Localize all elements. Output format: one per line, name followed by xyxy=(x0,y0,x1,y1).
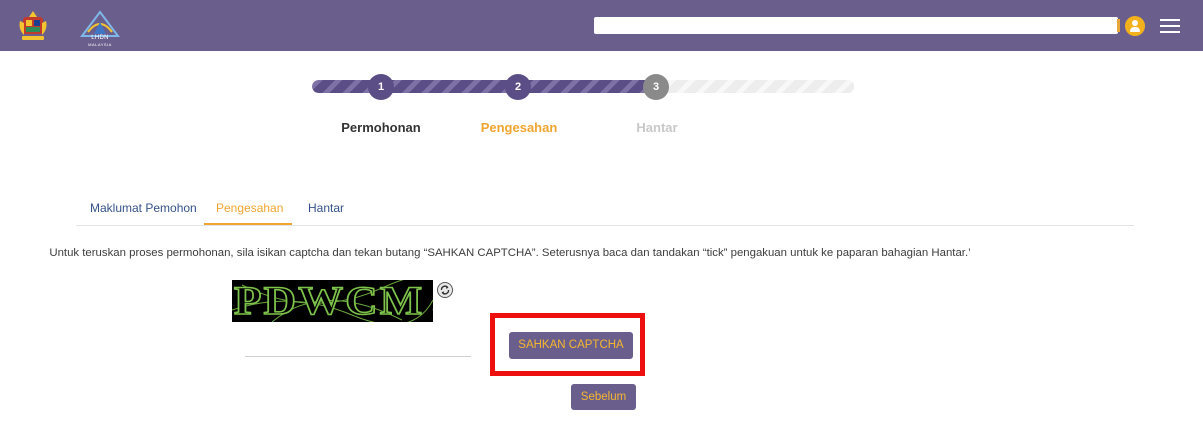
tab-maklumat-pemohon[interactable]: Maklumat Pemohon xyxy=(90,201,197,215)
captcha-instruction-text: Untuk teruskan proses permohonan, sila i… xyxy=(49,247,971,259)
tab-bar: Maklumat Pemohon Pengesahan Hantar xyxy=(76,195,1134,226)
search-input[interactable] xyxy=(594,18,1118,36)
step-label-permohonan: Permohonan xyxy=(341,120,421,135)
lhdn-logo-icon xyxy=(80,10,120,37)
refresh-icon[interactable] xyxy=(437,282,453,298)
tab-pengesahan[interactable]: Pengesahan xyxy=(216,201,283,215)
lhdn-logo[interactable]: LHDN MALAYSIA xyxy=(78,8,122,47)
hamburger-menu-icon[interactable] xyxy=(1160,18,1180,34)
top-navbar: LHDN MALAYSIA xyxy=(0,0,1203,51)
tab-hantar[interactable]: Hantar xyxy=(308,201,344,215)
user-avatar-icon[interactable] xyxy=(1125,16,1145,36)
step-circle-1: 1 xyxy=(368,74,394,100)
sebelum-button[interactable]: Sebelum xyxy=(571,384,636,410)
user-avatar-head xyxy=(1132,20,1138,26)
captcha-text: PDWCM xyxy=(233,280,425,322)
malaysia-crest-icon[interactable] xyxy=(18,9,48,43)
progress-bar-fill xyxy=(312,80,659,93)
progress-bar-remaining xyxy=(658,80,854,93)
step-label-pengesahan: Pengesahan xyxy=(480,120,558,135)
lhdn-logo-text: LHDN xyxy=(91,35,109,41)
user-avatar-body xyxy=(1130,27,1140,32)
menu-line-bottom xyxy=(1160,31,1180,33)
sahkan-captcha-button[interactable]: SAHKAN CAPTCHA xyxy=(509,332,633,359)
step-circle-2: 2 xyxy=(505,74,531,100)
step-circle-3: 3 xyxy=(643,74,669,100)
captcha-image: PDWCM xyxy=(232,280,433,322)
active-tab-underline xyxy=(204,223,292,225)
search-accent-bar xyxy=(1117,19,1120,32)
menu-line-top xyxy=(1160,19,1180,21)
lhdn-logo-subtext: MALAYSIA xyxy=(88,42,112,47)
search-box[interactable] xyxy=(594,17,1118,36)
menu-line-middle xyxy=(1160,25,1180,27)
step-label-hantar: Hantar xyxy=(636,120,678,135)
captcha-input[interactable] xyxy=(245,335,471,357)
